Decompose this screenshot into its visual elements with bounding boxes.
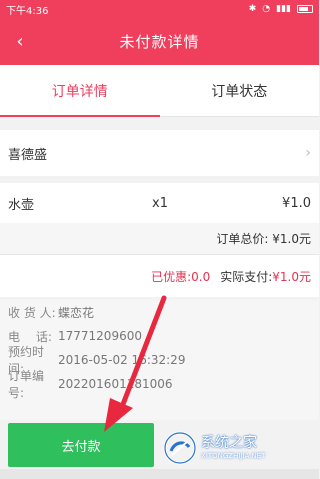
shop-row[interactable]: 喜德盛 › (0, 130, 319, 176)
tab-order-status[interactable]: 订单状态 (160, 65, 320, 116)
watermark-main: 系统之家 (201, 435, 257, 451)
tab-bar: 订单详情 订单状态 (0, 65, 319, 117)
item-quantity: x1 (152, 195, 169, 211)
battery-icon (297, 5, 313, 13)
watermark-text: 系统之家 XITONGZHIJIA.NET (201, 436, 265, 460)
item-name: 水壶 (8, 197, 35, 213)
order-total-row: 订单总价: ¥1.0元 (0, 223, 319, 255)
tab-label: 订单状态 (211, 83, 268, 100)
receiver-value: 蝶恋花 (58, 305, 95, 320)
actual-payment-label: 实际支付: (220, 269, 273, 284)
watermark-sub: XITONGZHIJIA.NET (201, 452, 266, 460)
bluetooth-icon: ✱ (248, 4, 257, 14)
receiver-label: 收 货 人: (8, 305, 56, 320)
item-price: ¥1.0 (282, 195, 311, 211)
status-bar: 下午4:36 ✱ ◔ ▮▮▮ (0, 0, 319, 18)
appointment-time-value: 2016-05-02 16:32:29 (58, 353, 186, 367)
order-info-block: 收 货 人: 蝶恋花 电 话: 17771209600 预约时间: 2016-0… (0, 300, 319, 420)
order-total: 订单总价: ¥1.0元 (216, 232, 311, 246)
payment-summary-row: 已优惠:0.0 实际支付: ¥1.0元 (0, 255, 319, 297)
back-button[interactable]: ‹ (6, 27, 34, 55)
chevron-right-icon: › (305, 145, 311, 161)
wifi-icon: ◔ (262, 4, 271, 14)
phone-label: 电 话: (8, 329, 52, 344)
bottom-bar (0, 469, 319, 479)
shop-name: 喜德盛 (8, 147, 48, 163)
order-number-label: 订单编号: (8, 369, 45, 400)
actual-payment-value: ¥1.0元 (272, 269, 311, 284)
watermark-logo-icon (163, 431, 197, 465)
chevron-left-icon: ‹ (16, 30, 24, 52)
phone-value: 17771209600 (58, 329, 142, 343)
status-icons: ✱ ◔ ▮▮▮ (249, 4, 313, 14)
status-time: 下午4:36 (6, 5, 49, 17)
receiver-line: 收 货 人: 蝶恋花 (8, 300, 311, 324)
tab-order-details[interactable]: 订单详情 (0, 65, 160, 117)
app-header: ‹ 未付款详情 (0, 18, 319, 65)
watermark: 系统之家 XITONGZHIJIA.NET (163, 427, 313, 469)
page-title: 未付款详情 (119, 33, 200, 51)
order-item-row: 水壶 x1 ¥1.0 (0, 183, 319, 223)
tab-label: 订单详情 (51, 83, 108, 100)
go-pay-button[interactable]: 去付款 (8, 423, 154, 467)
discount-amount: 已优惠:0.0 (151, 269, 211, 284)
order-number-line: 订单编号: 202201601181006 (8, 369, 311, 400)
order-number-value: 202201601181006 (58, 377, 173, 391)
signal-icon: ▮▮▮ (276, 4, 291, 14)
